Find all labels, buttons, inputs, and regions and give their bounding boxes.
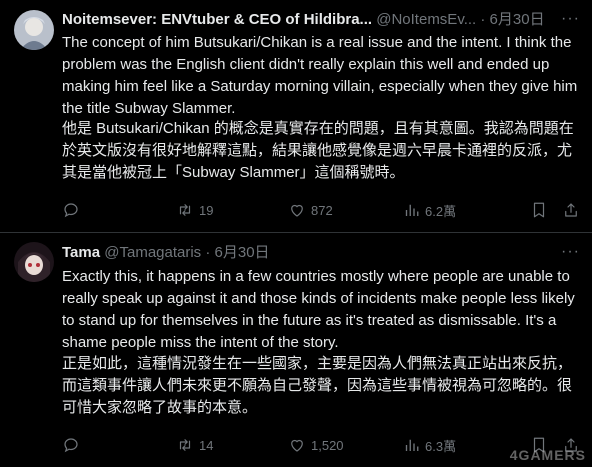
avatar[interactable] bbox=[14, 242, 54, 282]
author-handle[interactable]: @Tamagataris bbox=[104, 244, 201, 261]
tweet-2[interactable]: Tama @Tamagataris · 6月30日 ··· Exactly th… bbox=[0, 233, 592, 467]
views-chart-icon bbox=[405, 439, 419, 451]
reply-icon bbox=[64, 203, 78, 218]
author-handle[interactable]: @NoItemsEv... bbox=[376, 11, 476, 28]
author-name[interactable]: Tama bbox=[62, 244, 100, 261]
tweet-actions: 19 872 6.2萬 bbox=[62, 200, 582, 220]
retweet-count: 19 bbox=[199, 202, 214, 218]
separator-dot: · bbox=[205, 244, 211, 261]
reply-button[interactable] bbox=[62, 200, 85, 220]
tweet-text-chinese: 正是如此，這種情況發生在一些國家，主要是因為人們無法真正站出來反抗，而這類事件讓… bbox=[62, 355, 573, 416]
retweet-count: 14 bbox=[199, 437, 214, 453]
reply-button[interactable] bbox=[62, 435, 85, 455]
tweet-actions: 14 1,520 6.3萬 bbox=[62, 435, 582, 455]
tweet-text-english: Exactly this, it happens in a few countr… bbox=[62, 268, 575, 351]
retweet-icon bbox=[179, 204, 191, 216]
tweet-1[interactable]: Noitemsever: ENVtuber & CEO of Hildibra.… bbox=[0, 0, 592, 232]
tweet-header: Tama @Tamagataris · 6月30日 bbox=[62, 243, 584, 263]
more-icon[interactable]: ··· bbox=[561, 10, 580, 28]
reply-icon bbox=[64, 438, 78, 453]
more-icon[interactable]: ··· bbox=[561, 243, 580, 261]
post-date[interactable]: 6月30日 bbox=[215, 244, 270, 261]
view-count: 6.3萬 bbox=[425, 438, 457, 454]
views-chart-icon bbox=[405, 204, 419, 216]
watermark: 4GAMERS bbox=[509, 447, 586, 463]
heart-icon bbox=[291, 204, 303, 217]
tweet-text-english: The concept of him Butsukari/Chikan is a… bbox=[62, 34, 578, 117]
tweet-text-chinese: 他是 Butsukari/Chikan 的概念是真實存在的問題，且有其意圖。我認… bbox=[62, 120, 574, 181]
views-button[interactable]: 6.3萬 bbox=[402, 435, 456, 455]
like-button[interactable]: 872 bbox=[288, 200, 333, 220]
avatar[interactable] bbox=[14, 10, 54, 50]
retweet-button[interactable]: 14 bbox=[176, 435, 213, 455]
views-button[interactable]: 6.2萬 bbox=[402, 200, 456, 220]
tweet-header: Noitemsever: ENVtuber & CEO of Hildibra.… bbox=[62, 10, 584, 30]
share-button[interactable] bbox=[562, 200, 580, 220]
view-count: 6.2萬 bbox=[425, 203, 457, 219]
like-button[interactable]: 1,520 bbox=[288, 435, 344, 455]
retweet-button[interactable]: 19 bbox=[176, 200, 213, 220]
like-count: 872 bbox=[311, 202, 333, 218]
author-name[interactable]: Noitemsever: ENVtuber & CEO of Hildibra.… bbox=[62, 11, 372, 28]
separator-dot: · bbox=[480, 11, 486, 28]
bookmark-icon bbox=[533, 202, 545, 218]
bookmark-button[interactable] bbox=[530, 200, 548, 220]
heart-icon bbox=[291, 439, 303, 452]
post-date[interactable]: 6月30日 bbox=[490, 11, 545, 28]
share-icon bbox=[565, 203, 577, 217]
like-count: 1,520 bbox=[311, 437, 344, 453]
retweet-icon bbox=[179, 439, 191, 451]
